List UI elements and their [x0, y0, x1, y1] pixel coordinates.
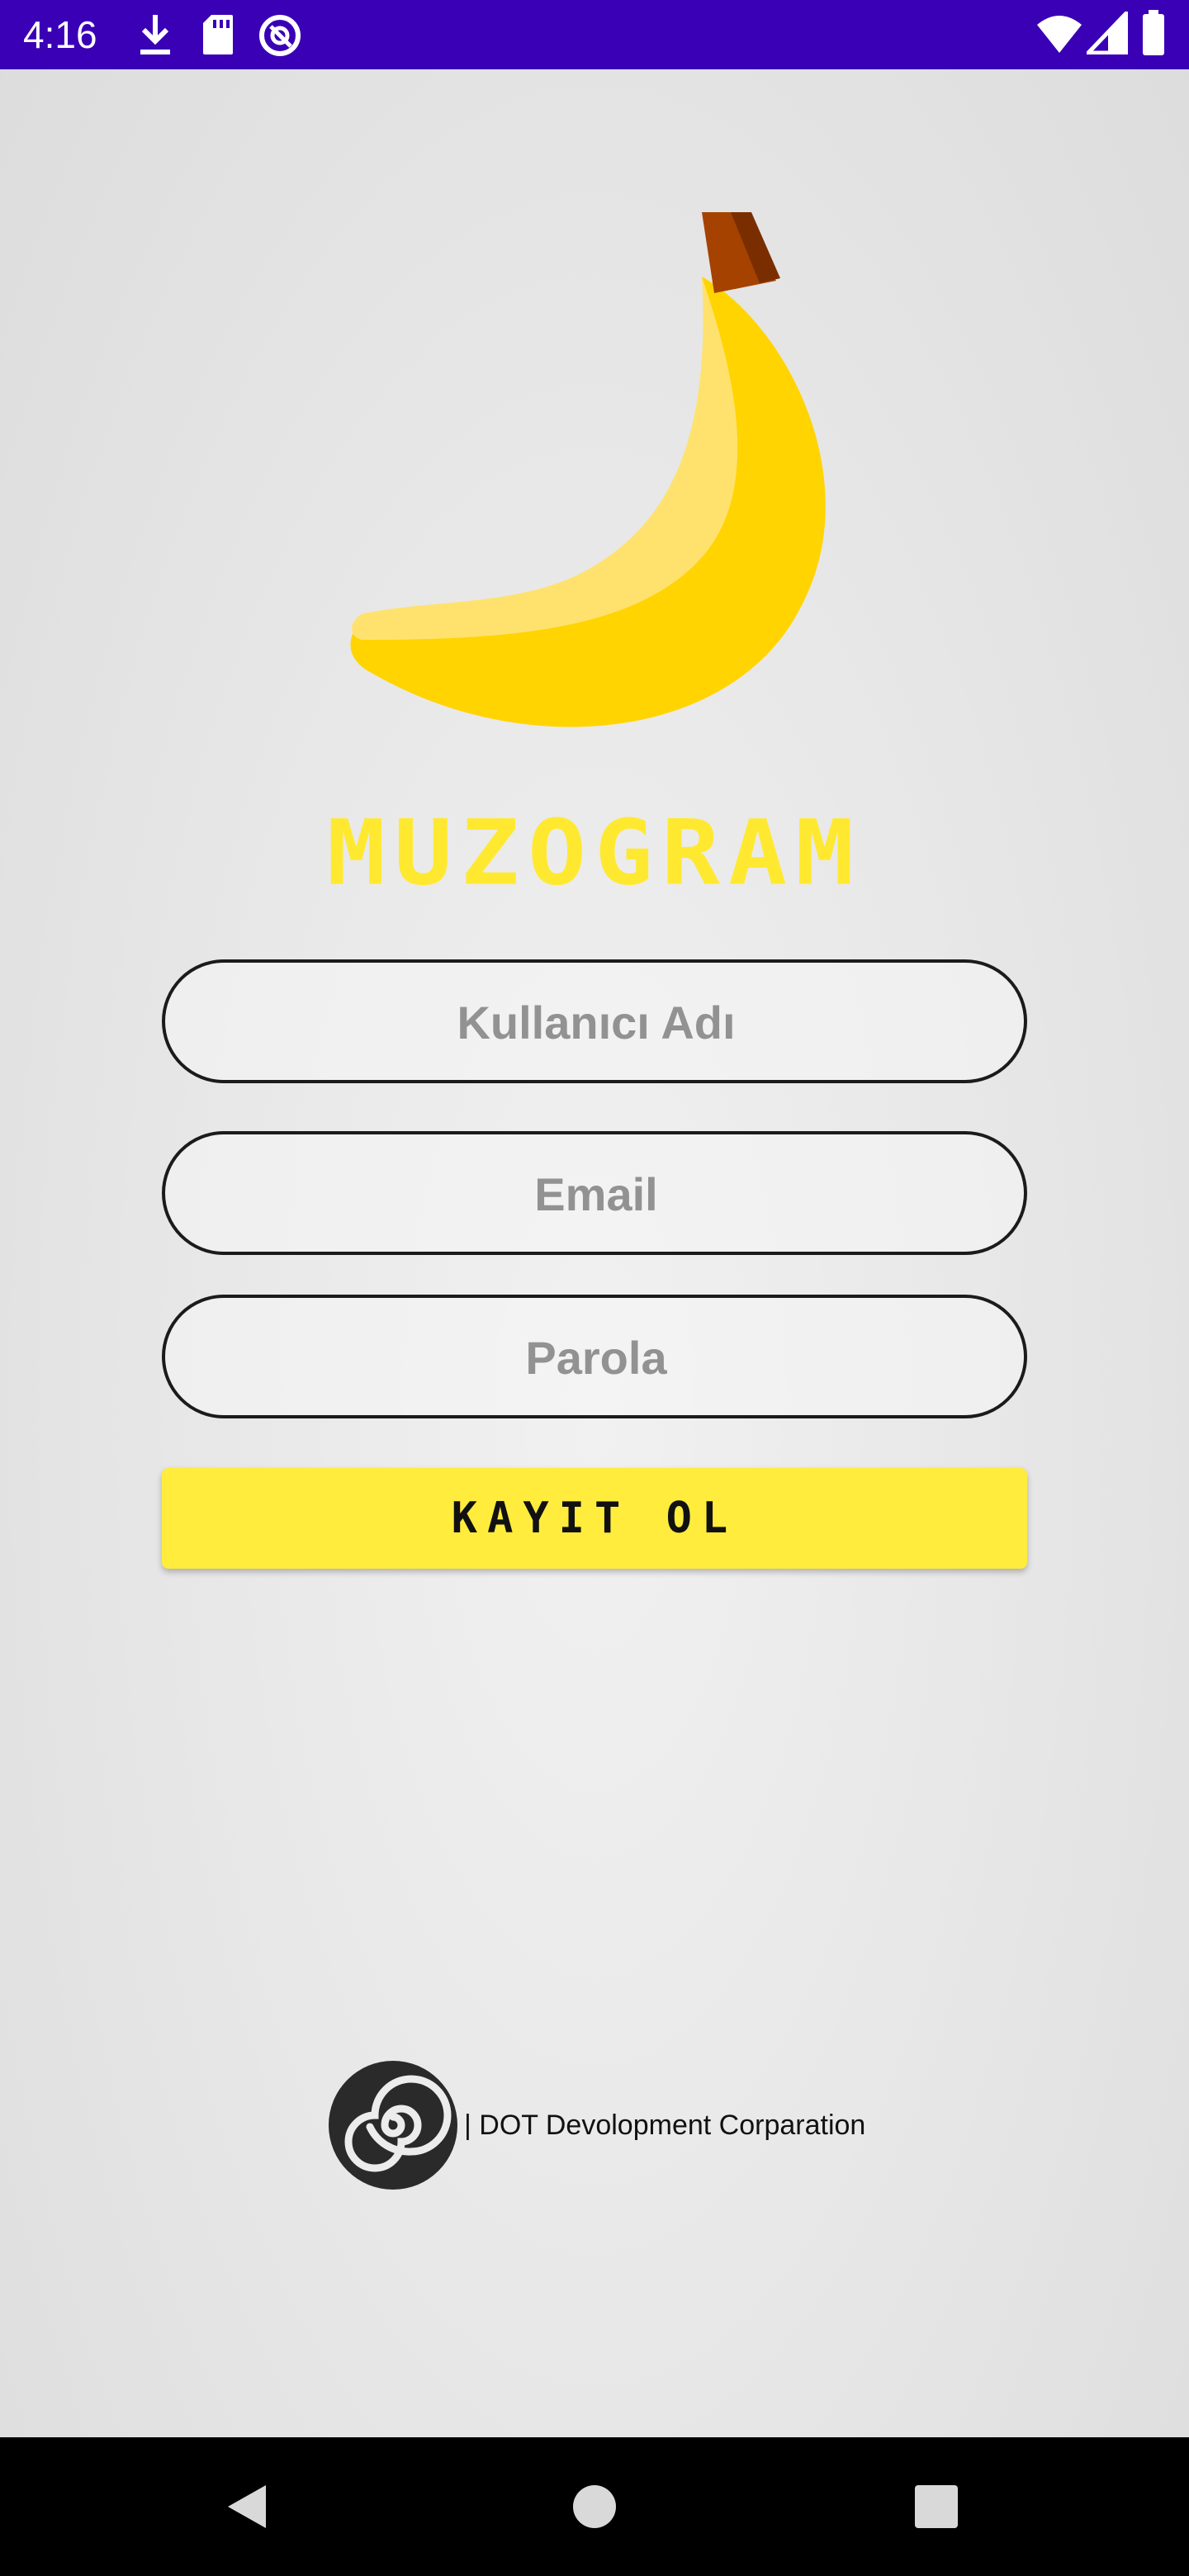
- recents-icon[interactable]: [895, 2465, 978, 2548]
- status-bar: 4:16: [0, 0, 1189, 69]
- sd-card-icon: [201, 13, 234, 60]
- email-input[interactable]: [165, 1134, 1027, 1253]
- username-field-frame: [162, 959, 1027, 1083]
- password-field-frame: [162, 1295, 1027, 1418]
- home-icon[interactable]: [553, 2465, 636, 2548]
- signal-icon: [1083, 7, 1129, 59]
- username-input[interactable]: [165, 963, 1027, 1082]
- status-time: 4:16: [23, 13, 97, 56]
- register-button[interactable]: KAYIT OL: [162, 1468, 1027, 1569]
- navigation-bar: [0, 2437, 1189, 2576]
- password-input[interactable]: [165, 1298, 1027, 1417]
- app-title: MUZOGRAM: [326, 800, 863, 906]
- download-icon: [137, 13, 173, 60]
- spiral-logo-icon: [329, 2061, 457, 2190]
- email-field-frame: [162, 1131, 1027, 1255]
- back-icon[interactable]: [206, 2465, 289, 2548]
- data-saver-icon: [258, 13, 302, 62]
- company-name: | DOT Devolopment Corparation: [464, 2110, 866, 2141]
- battery-icon: [1141, 10, 1166, 60]
- app-screen: 4:16 MUZOGRAM Kullanıcı Adı Email KAYIT …: [0, 0, 1189, 2576]
- banana-icon: [339, 211, 850, 755]
- wifi-icon: [1035, 12, 1083, 59]
